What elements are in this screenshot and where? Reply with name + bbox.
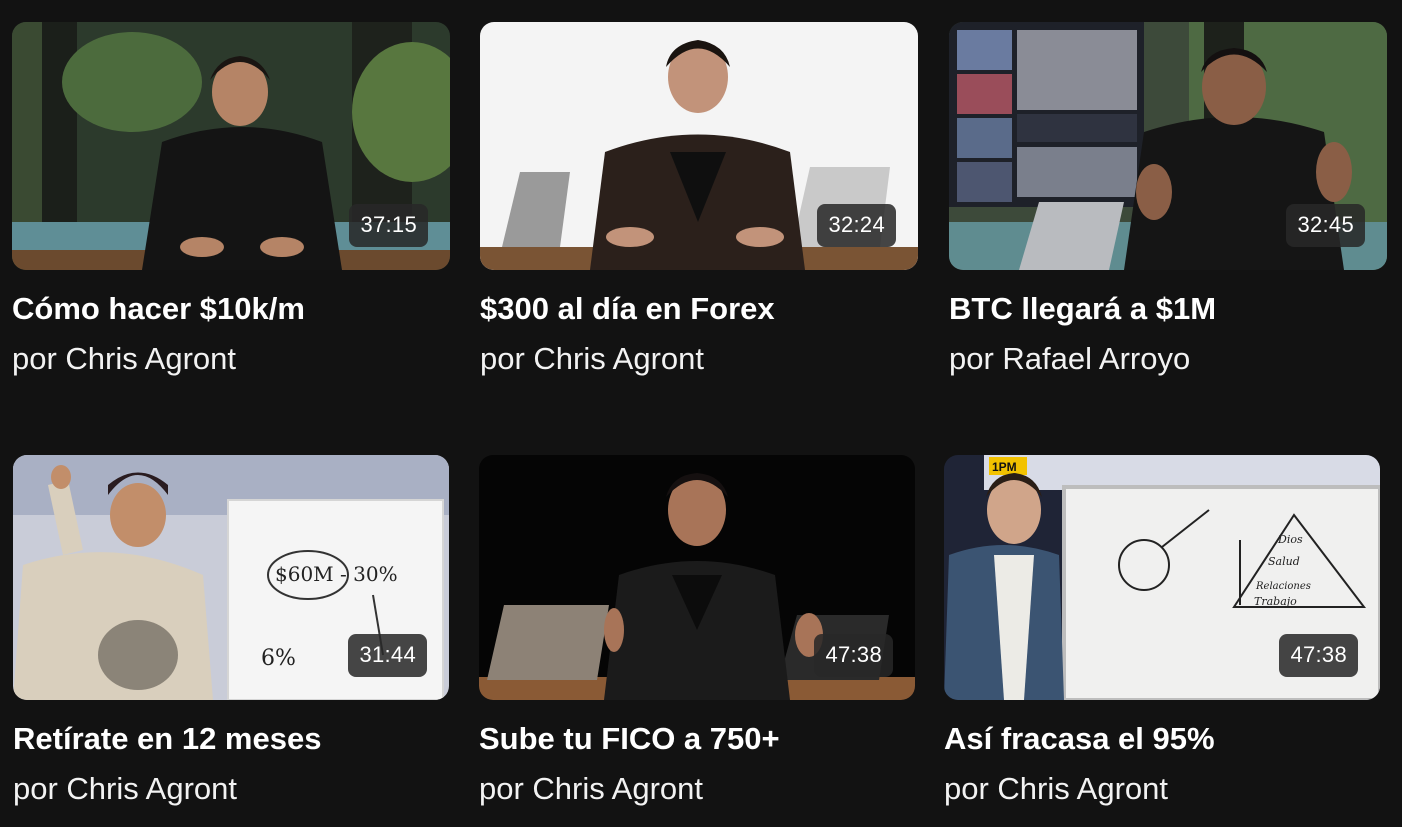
whiteboard-text: $60M - 30%	[275, 562, 398, 586]
duration-badge: 32:45	[1286, 204, 1365, 247]
video-thumbnail[interactable]: 37:15	[12, 22, 450, 270]
video-card[interactable]: 1PM Dios Salud Relaciones Trabajo 47:38 …	[944, 455, 1380, 827]
video-card[interactable]: 32:45 BTC llegará a $1M por Rafael Arroy…	[949, 22, 1387, 392]
whiteboard-text: 6%	[261, 646, 296, 671]
video-thumbnail[interactable]: 47:38	[479, 455, 915, 700]
pyramid-label: Dios	[1277, 533, 1303, 546]
video-title[interactable]: Cómo hacer $10k/m	[12, 291, 305, 326]
video-author[interactable]: por Chris Agront	[944, 771, 1168, 806]
video-title[interactable]: Así fracasa el 95%	[944, 721, 1215, 756]
video-author[interactable]: por Chris Agront	[13, 771, 237, 806]
duration-badge: 37:15	[349, 204, 428, 247]
duration-badge: 31:44	[348, 634, 427, 677]
video-title[interactable]: BTC llegará a $1M	[949, 291, 1216, 326]
schedule-label: 1PM	[992, 460, 1017, 474]
video-author[interactable]: por Chris Agront	[479, 771, 703, 806]
pyramid-label: Salud	[1268, 555, 1300, 568]
video-title[interactable]: Retírate en 12 meses	[13, 721, 321, 756]
video-card[interactable]: 47:38 Sube tu FICO a 750+ por Chris Agro…	[479, 455, 915, 827]
video-card[interactable]: 37:15 Cómo hacer $10k/m por Chris Agront	[12, 22, 450, 392]
video-author[interactable]: por Rafael Arroyo	[949, 341, 1190, 376]
video-title[interactable]: Sube tu FICO a 750+	[479, 721, 780, 756]
pyramid-label: Trabajo	[1254, 595, 1297, 608]
duration-badge: 47:38	[1279, 634, 1358, 677]
video-card[interactable]: $60M - 30% 6% 31:44 Retírate en 12 meses…	[13, 455, 449, 827]
video-thumbnail[interactable]: 32:45	[949, 22, 1387, 270]
video-thumbnail[interactable]: $60M - 30% 6% 31:44	[13, 455, 449, 700]
video-thumbnail[interactable]: 1PM Dios Salud Relaciones Trabajo 47:38	[944, 455, 1380, 700]
duration-badge: 47:38	[814, 634, 893, 677]
video-author[interactable]: por Chris Agront	[480, 341, 704, 376]
video-title[interactable]: $300 al día en Forex	[480, 291, 775, 326]
video-card[interactable]: 32:24 $300 al día en Forex por Chris Agr…	[480, 22, 918, 392]
pyramid-label: Relaciones	[1255, 581, 1311, 592]
duration-badge: 32:24	[817, 204, 896, 247]
video-thumbnail[interactable]: 32:24	[480, 22, 918, 270]
video-author[interactable]: por Chris Agront	[12, 341, 236, 376]
